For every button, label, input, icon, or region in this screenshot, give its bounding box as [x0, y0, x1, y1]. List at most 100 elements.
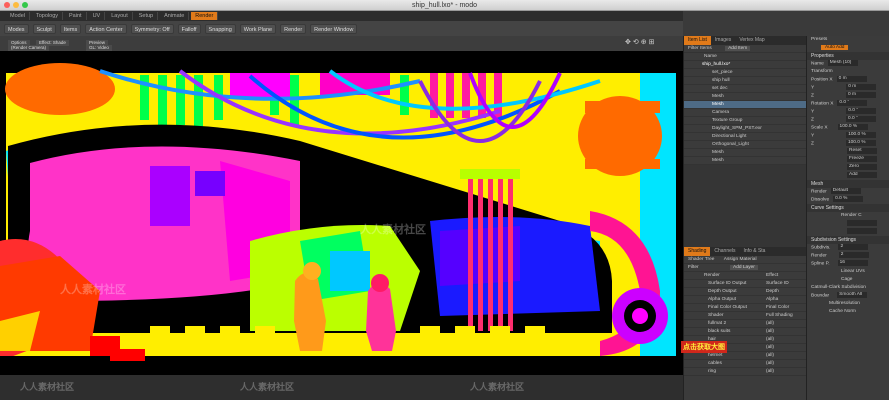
shader-row[interactable]: Surface ID Output Surface ID [684, 280, 806, 288]
shader-row[interactable]: Final Color Output Final Color [684, 304, 806, 312]
render-button[interactable]: Render [280, 23, 307, 34]
rotation-x-field[interactable]: 0.0 ° [837, 100, 868, 106]
catmull-clark-row[interactable]: Catmull-Clark Subdivision [807, 284, 889, 292]
tab-item-list[interactable]: Item List [684, 36, 711, 45]
curve-settings-section[interactable]: Curve Settings [807, 204, 889, 212]
tab-shading[interactable]: Shading [684, 247, 711, 256]
item-row[interactable]: set dec [684, 85, 806, 93]
subdivision-level-field[interactable]: 2 [838, 244, 869, 250]
snapping-button[interactable]: Snapping [204, 23, 236, 34]
render-level-field[interactable]: 2 [838, 252, 869, 258]
shader-row[interactable]: Shader Full Shading [684, 312, 806, 320]
render-viewport[interactable]: 人人素材社区 人人素材社区 [0, 51, 683, 375]
work-plane-button[interactable]: Work Plane [239, 23, 277, 34]
rotation-row: Z 0.0 ° [807, 116, 889, 124]
position-z-field[interactable]: 0 m [845, 92, 876, 98]
rotation-z-field[interactable]: 0.0 ° [845, 116, 876, 122]
tab-layout[interactable]: Layout [107, 12, 133, 20]
transform-header[interactable]: Transform [807, 68, 889, 76]
shader-effect: Alpha [766, 297, 779, 302]
add-layer-button[interactable]: Add Layer [730, 265, 758, 270]
tab-topology[interactable]: Topology [32, 12, 64, 20]
item-row-selected[interactable]: Mesh [684, 101, 806, 109]
render-select[interactable]: Default [830, 188, 861, 194]
shader-row[interactable]: Depth Output Depth [684, 288, 806, 296]
add-item-button[interactable]: Add Item [725, 46, 751, 51]
add-button[interactable]: Add [847, 172, 877, 178]
shader-row[interactable]: Render Effect [684, 272, 806, 280]
item-row[interactable]: Name [684, 53, 806, 61]
mesh-section[interactable]: Mesh [807, 180, 889, 188]
shader-row[interactable]: ring (all) [684, 368, 806, 376]
items-button[interactable]: Items [59, 23, 82, 34]
spline-patch-field[interactable]: 16 [837, 260, 868, 266]
shader-effect: Effect [766, 273, 779, 278]
tab-paint[interactable]: Paint [65, 12, 87, 20]
item-row[interactable]: Mesh [684, 93, 806, 101]
scale-y-field[interactable]: 100.0 % [846, 132, 877, 138]
tab-setup[interactable]: Setup [135, 12, 159, 20]
item-row[interactable]: Texture Group [684, 117, 806, 125]
tab-uv[interactable]: UV [89, 12, 106, 20]
item-row[interactable]: Mesh [684, 157, 806, 165]
shader-name: fullmat 2 [708, 321, 727, 326]
shader-row[interactable]: cables (all) [684, 360, 806, 368]
item-filter-bar[interactable]: Filter Items Add Item [684, 45, 806, 53]
shader-row[interactable]: fullmat 2 (all) [684, 320, 806, 328]
render-window-button[interactable]: Render Window [310, 23, 358, 34]
modes-button[interactable]: Modes [4, 23, 29, 34]
multiresolution-checkbox[interactable]: Multiresolution [829, 301, 860, 306]
shader-filter-bar[interactable]: Filter Add Layer [684, 264, 806, 272]
shader-tree-select[interactable]: Shader Tree [688, 257, 714, 262]
subdivision-settings-section[interactable]: Subdivision Settings [807, 236, 889, 244]
shader-view-bar[interactable]: Shader Tree Assign Material [684, 256, 806, 264]
zero-button[interactable]: Zero [847, 164, 877, 170]
tab-info-stats[interactable]: Info & Sta [740, 247, 770, 256]
position-x-field[interactable]: 0 m [836, 76, 867, 82]
auto-add-button[interactable]: Auto Add [821, 45, 849, 50]
properties-tab[interactable]: Properties [807, 52, 889, 60]
item-row[interactable]: ship_hull.lxo* [684, 61, 806, 69]
tab-channels[interactable]: Channels [710, 247, 739, 256]
falloff-button[interactable]: Falloff [177, 23, 201, 34]
tab-animate[interactable]: Animate [160, 12, 190, 20]
shader-effect: (all) [766, 353, 774, 358]
item-row[interactable]: set_piece [684, 69, 806, 77]
scale-x-field[interactable]: 100.0 % [837, 124, 868, 130]
shader-row[interactable]: Alpha Output Alpha [684, 296, 806, 304]
tab-images[interactable]: Images [711, 36, 735, 45]
shader-row[interactable]: black suits (all) [684, 328, 806, 336]
scale-row: Scale X 100.0 % [807, 124, 889, 132]
presets-label[interactable]: Presets [811, 37, 827, 42]
cage-checkbox[interactable]: Cage [841, 277, 852, 282]
symmetry-button[interactable]: Symmetry: Off [130, 23, 174, 34]
item-row[interactable]: Directional Light [684, 133, 806, 141]
dissolve-field[interactable]: 0.0 % [833, 196, 864, 202]
freeze-button[interactable]: Freeze [847, 156, 877, 162]
item-row[interactable]: ship hull [684, 77, 806, 85]
curve-field[interactable] [847, 228, 877, 234]
assign-material-button[interactable]: Assign Material [724, 257, 757, 262]
rotation-y-field[interactable]: 0.0 ° [846, 108, 877, 114]
item-row[interactable]: Daylight_SPM_PST.exr [684, 125, 806, 133]
shader-row[interactable]: helmet (all) [684, 352, 806, 360]
linear-uvs-checkbox[interactable]: Linear UVs [841, 269, 865, 274]
boundary-select[interactable]: Smooth All [837, 292, 868, 298]
tab-render[interactable]: Render [191, 12, 219, 20]
tab-model[interactable]: Model [6, 12, 30, 20]
reset-button[interactable]: Reset [847, 148, 877, 154]
item-list-tabs: Item List Images Vertex Map [684, 36, 806, 45]
item-row[interactable]: Orthogonal_Light [684, 141, 806, 149]
viewport-nav-icons[interactable]: ✥⟲⊕⊞ [625, 38, 656, 46]
item-row[interactable]: Camera [684, 109, 806, 117]
cache-normals-checkbox[interactable]: Cache Norm [829, 309, 856, 314]
curve-field[interactable] [847, 220, 877, 226]
item-row[interactable]: Mesh [684, 149, 806, 157]
action-center-button[interactable]: Action Center [85, 23, 127, 34]
name-field[interactable]: Mesh (10) [827, 60, 858, 66]
position-y-field[interactable]: 0 m [846, 84, 877, 90]
render-curves-checkbox[interactable]: Render C [841, 213, 862, 218]
sculpt-button[interactable]: Sculpt [32, 23, 56, 34]
tab-vertex-map[interactable]: Vertex Map [735, 36, 768, 45]
scale-z-field[interactable]: 100.0 % [845, 140, 876, 146]
